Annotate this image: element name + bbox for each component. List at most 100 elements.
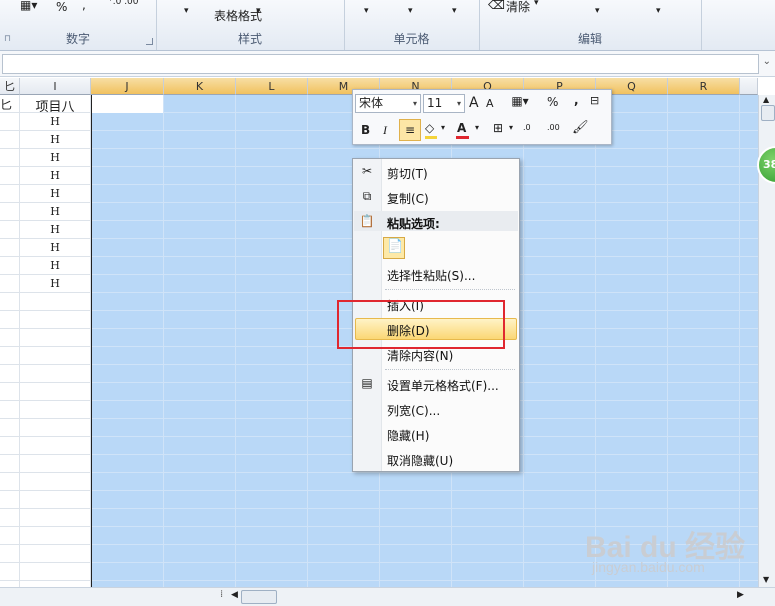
cell-i9[interactable]: H (20, 241, 90, 254)
column-gridline (307, 95, 308, 587)
column-header-l[interactable]: L (236, 78, 308, 95)
shrink-font-button[interactable]: A (486, 97, 494, 110)
scroll-right-icon[interactable]: ▶ (737, 590, 744, 600)
fill-color-swatch (425, 136, 437, 139)
grow-font-button[interactable]: A (469, 95, 479, 111)
comma-button[interactable]: , (574, 93, 579, 107)
find-select-dropdown-icon[interactable]: ▾ (656, 6, 661, 16)
merge-center-icon[interactable]: ⊟ (590, 94, 599, 107)
cell-i6[interactable]: H (20, 187, 90, 200)
increase-decimal-icon[interactable]: ⁺.0 .00 (108, 0, 139, 7)
column-header-h[interactable]: 匕 (0, 78, 20, 95)
center-align-icon[interactable]: ≡ (399, 119, 421, 141)
italic-button[interactable]: I (383, 123, 387, 138)
format-painter-icon[interactable]: 🖌 (572, 120, 589, 135)
accounting-format-icon[interactable]: ▦▾ (510, 94, 530, 108)
font-name-combo[interactable]: 宋体 ▾ (355, 94, 421, 113)
cell-i8[interactable]: H (20, 223, 90, 236)
font-name-dropdown-icon[interactable]: ▾ (413, 95, 417, 112)
font-color-swatch (456, 136, 469, 139)
scroll-up-icon[interactable]: ▲ (763, 95, 769, 104)
insert-dropdown-icon[interactable]: ▾ (364, 6, 369, 16)
delete-dropdown-icon[interactable]: ▾ (408, 6, 413, 16)
column-gridline (90, 95, 91, 587)
font-size-dropdown-icon[interactable]: ▾ (457, 95, 461, 112)
horizontal-scroll-thumb[interactable] (241, 590, 277, 604)
row-gridline (91, 490, 758, 491)
font-color-dropdown-icon[interactable]: ▾ (475, 123, 479, 132)
column-header-label: 匕 (4, 80, 15, 93)
font-color-letter: A (457, 121, 467, 135)
sheet-splitter-icon[interactable]: ⁞ (220, 589, 223, 600)
bold-button[interactable]: B (361, 123, 370, 137)
ribbon: ▦▾ % , ⁺.0 .00 ⊓ 数字 ▾ ▾ 表格格式 样式 ▾ ▾ ▾ 单元… (0, 0, 775, 51)
menu-item-paste-special[interactable]: 选择性粘贴(S)... (387, 267, 475, 284)
format-cells-icon: ▤ (361, 376, 373, 390)
column-header-label: Q (627, 80, 636, 93)
decrease-decimal-button[interactable]: .00 (547, 123, 560, 132)
vertical-scroll-thumb[interactable] (761, 105, 775, 121)
cell-i11[interactable]: H (20, 277, 90, 290)
comma-button[interactable]: , (82, 0, 86, 12)
cell-h1[interactable]: 匕 (0, 96, 12, 113)
column-header-i[interactable]: I (20, 78, 91, 95)
clear-eraser-icon[interactable]: ⌫ (488, 0, 505, 12)
editing-group-label: 编辑 (577, 32, 602, 46)
column-header-partial (740, 78, 758, 95)
font-size-value: 11 (427, 96, 443, 110)
menu-item-format-cells[interactable]: 设置单元格格式(F)... (387, 377, 499, 394)
cell-i1[interactable]: 项目八 (20, 96, 90, 115)
fill-color-icon[interactable]: ◇ (425, 121, 437, 139)
font-color-button[interactable]: A (456, 121, 469, 139)
sort-filter-dropdown-icon[interactable]: ▾ (595, 6, 600, 16)
number-dialog-launcher-icon[interactable] (146, 38, 153, 45)
cell-i5[interactable]: H (20, 169, 90, 182)
copy-icon: ⧉ (362, 189, 372, 203)
style-dropdown-arrow-icon[interactable]: ▾ (184, 6, 189, 16)
percent-button[interactable]: % (547, 95, 558, 109)
expand-formula-bar-icon[interactable]: ⌄ (763, 56, 771, 67)
scroll-down-icon[interactable]: ▼ (763, 575, 769, 584)
menu-item-cut[interactable]: 剪切(T) (387, 165, 428, 182)
formula-input[interactable] (2, 54, 759, 74)
menu-item-copy[interactable]: 复制(C) (387, 190, 429, 207)
watermark-url: jingyan.baidu.com (592, 559, 705, 575)
borders-dropdown-icon[interactable]: ▾ (509, 123, 513, 132)
styles-group: ▾ ▾ 表格格式 样式 (156, 0, 345, 50)
column-header-label: I (53, 80, 57, 93)
cell-i7[interactable]: H (20, 205, 90, 218)
column-header-k[interactable]: K (164, 78, 236, 95)
active-cell-j1[interactable] (92, 95, 163, 113)
format-dropdown-icon[interactable]: ▾ (452, 6, 457, 16)
menu-item-unhide[interactable]: 取消隐藏(U) (387, 452, 453, 469)
increase-decimal-button[interactable]: .0 (523, 123, 531, 132)
borders-icon[interactable]: ⊞ (493, 121, 503, 135)
cell-i2[interactable]: H (20, 115, 90, 128)
formula-bar: ⌄ (0, 51, 775, 77)
clear-button[interactable]: 清除 (506, 0, 530, 15)
clear-dropdown-arrow[interactable]: ▾ (534, 0, 539, 8)
percent-button[interactable]: % (56, 0, 67, 14)
row-gridline (91, 148, 758, 149)
menu-item-hide[interactable]: 隐藏(H) (387, 427, 429, 444)
cell-i10[interactable]: H (20, 259, 90, 272)
fill-color-dropdown-icon[interactable]: ▾ (441, 123, 445, 132)
menu-item-column-width[interactable]: 列宽(C)... (387, 402, 440, 419)
cell-i3[interactable]: H (20, 133, 90, 146)
column-header-j[interactable]: J (91, 78, 164, 95)
column-header-r[interactable]: R (668, 78, 740, 95)
column-gridline (523, 95, 524, 587)
accounting-format-icon[interactable]: ▦▾ (20, 0, 37, 12)
column-header-label: K (195, 80, 204, 93)
row-gridline (91, 508, 758, 509)
number-group: ▦▾ % , ⁺.0 .00 ⊓ 数字 (0, 0, 157, 50)
horizontal-scrollbar[interactable]: ⁞ ◀ ▶ (0, 587, 775, 606)
cell-i4[interactable]: H (20, 151, 90, 164)
format-as-table-button[interactable]: 表格格式 (214, 7, 262, 24)
menu-separator (385, 369, 515, 370)
font-size-combo[interactable]: 11 ▾ (423, 94, 465, 113)
cells-group: ▾ ▾ ▾ 单元格 (344, 0, 480, 50)
paste-option-button[interactable]: 📄 (383, 237, 405, 259)
scroll-left-icon[interactable]: ◀ (231, 590, 238, 600)
menu-item-clear-contents[interactable]: 清除内容(N) (387, 347, 453, 364)
